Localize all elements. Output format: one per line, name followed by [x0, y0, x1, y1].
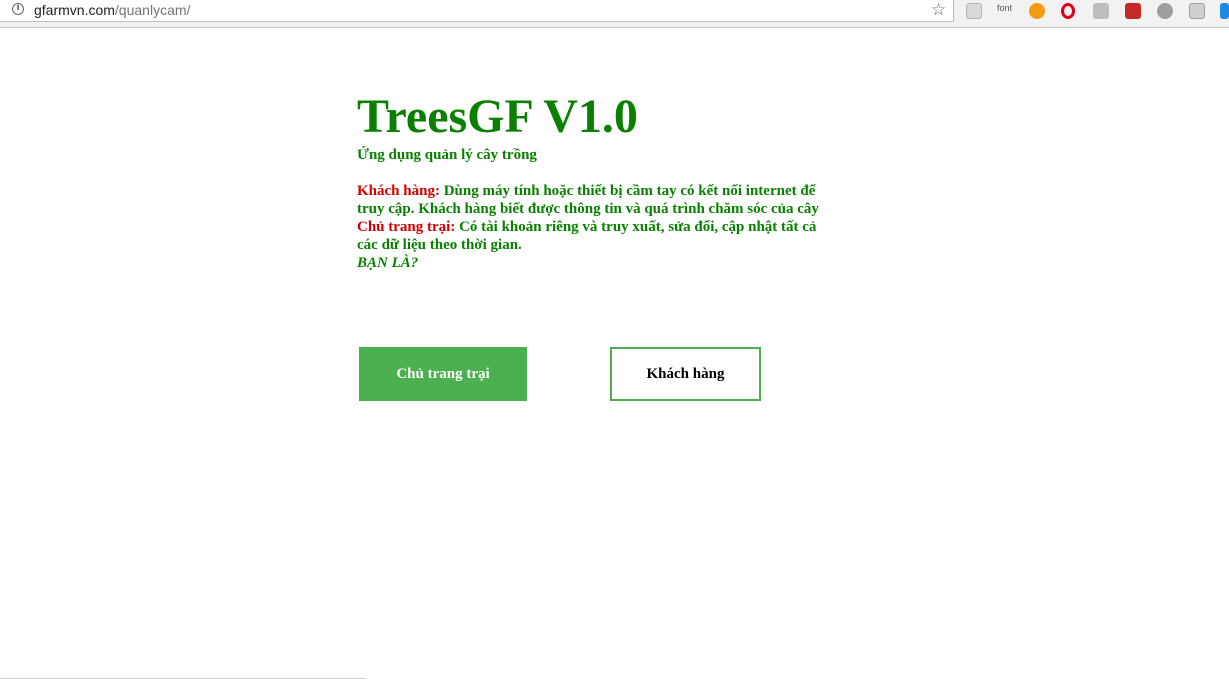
customer-role-label: Khách hàng:	[357, 183, 440, 199]
page-subtitle: Ứng dụng quản lý cây trồng	[357, 147, 537, 163]
red-book-icon[interactable]	[1125, 3, 1141, 19]
browser-toolbar: i gfarmvn.com/quanlycam/ ☆ font	[0, 0, 1229, 28]
url-text[interactable]: gfarmvn.com/quanlycam/	[34, 2, 190, 18]
settings-gear-icon[interactable]	[1189, 3, 1205, 19]
farm-owner-button[interactable]: Chủ trang trại	[359, 347, 527, 401]
info-icon[interactable]: i	[12, 3, 24, 15]
drive-icon[interactable]	[1093, 3, 1109, 19]
opera-icon[interactable]	[1061, 3, 1075, 19]
url-domain: gfarmvn.com	[34, 2, 115, 18]
bookmark-star-icon[interactable]: ☆	[931, 0, 946, 20]
blue-partial-icon[interactable]	[1220, 3, 1229, 19]
orange-extension-icon[interactable]	[1029, 3, 1045, 19]
url-path: /quanlycam/	[114, 2, 191, 18]
customer-button[interactable]: Khách hàng	[610, 347, 761, 401]
image-extension-icon[interactable]	[966, 3, 982, 19]
description: Khách hàng: Dùng máy tính hoặc thiết bị …	[357, 182, 837, 272]
role-question: BẠN LÀ?	[357, 255, 419, 271]
page-title: TreesGF V1.0	[357, 90, 638, 143]
intro-section: TreesGF V1.0 Ứng dụng quản lý cây trồng …	[357, 88, 837, 272]
status-bar-divider	[0, 678, 366, 679]
owner-role-label: Chủ trang trại:	[357, 219, 456, 235]
font-extension-icon[interactable]: font	[997, 3, 1012, 13]
address-bar[interactable]: i gfarmvn.com/quanlycam/ ☆	[0, 0, 954, 22]
globe-icon[interactable]	[1157, 3, 1173, 19]
